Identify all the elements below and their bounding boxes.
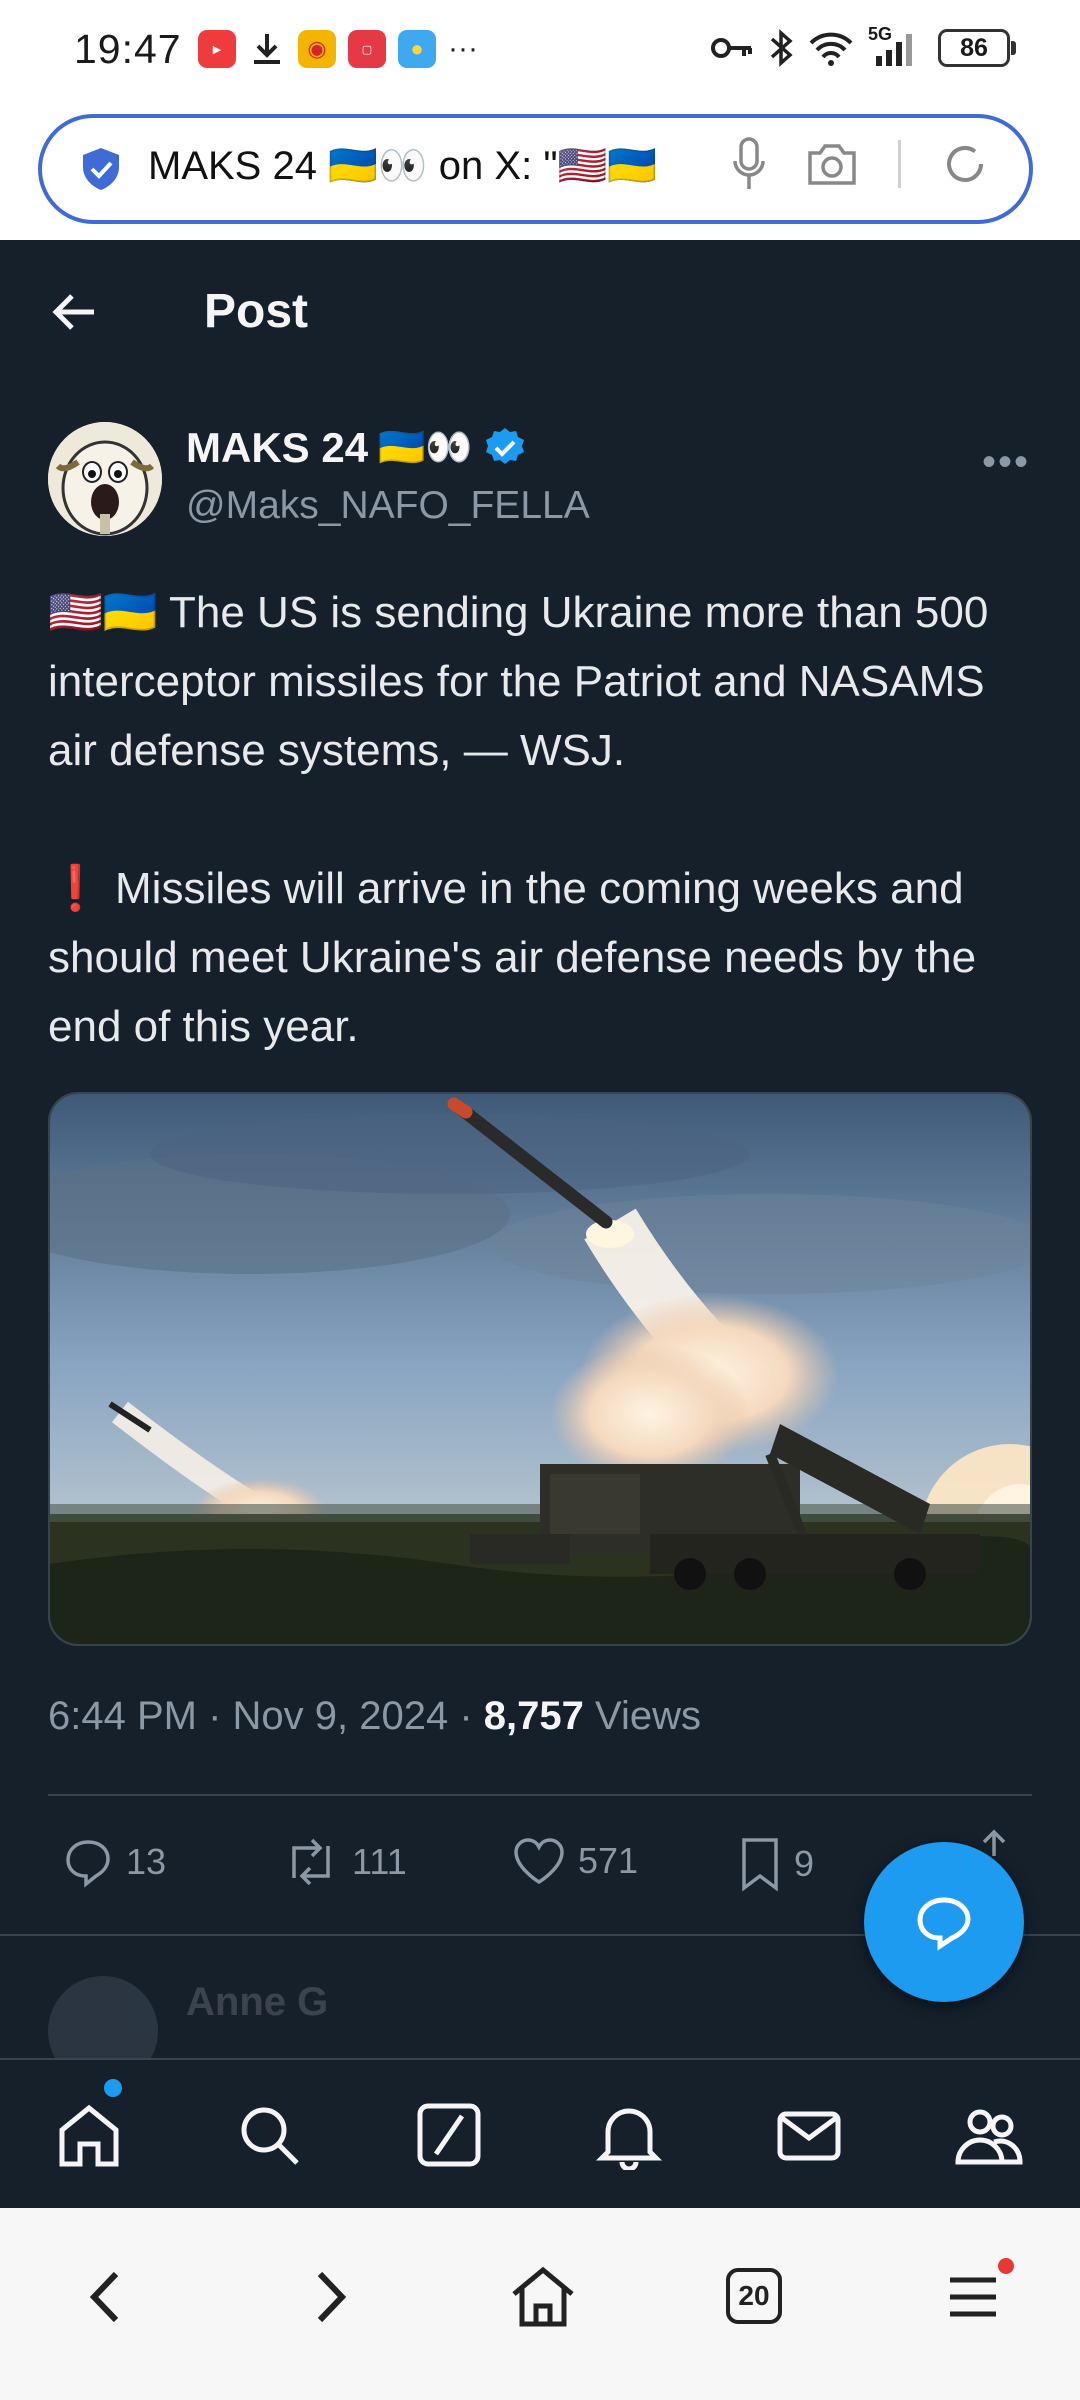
signal-icon	[876, 34, 912, 66]
verified-badge-icon	[485, 428, 524, 464]
post-text: 🇺🇸🇺🇦 The US is sending Ukraine more than…	[48, 578, 1038, 1061]
divider	[48, 1794, 1032, 1796]
secure-shield-icon	[83, 148, 119, 190]
cellular-signal: 5G	[868, 24, 924, 68]
menu-notification-dot	[998, 2258, 1014, 2274]
wifi-icon	[809, 32, 853, 66]
browser-home-icon[interactable]	[508, 2262, 578, 2332]
bookmark-button[interactable]: 9	[738, 1836, 814, 1892]
status-time: 19:47	[74, 26, 182, 72]
bookmark-count: 9	[794, 1843, 815, 1884]
author-name-text: MAKS 24	[186, 424, 369, 471]
weibo-icon: ◉	[298, 30, 336, 68]
microphone-icon[interactable]	[732, 136, 766, 192]
author-emoji: 🇺🇦👀	[378, 427, 473, 469]
repost-button[interactable]: 111	[282, 1836, 407, 1888]
grok-icon[interactable]	[414, 2100, 484, 2170]
post-header: Post	[0, 240, 1080, 390]
battery-indicator: 86	[938, 29, 1016, 67]
reply-count: 13	[126, 1841, 167, 1882]
like-button[interactable]: 571	[512, 1836, 638, 1886]
missile-launch-photo	[50, 1094, 1030, 1644]
address-bar-actions	[732, 136, 989, 192]
download-icon	[254, 34, 280, 64]
heart-icon	[514, 1838, 564, 1885]
repost-count: 111	[352, 1841, 407, 1882]
key-icon	[711, 38, 752, 58]
browser-back-icon[interactable]	[72, 2262, 142, 2332]
more-notifications-icon: ···	[448, 32, 478, 65]
like-count: 571	[578, 1840, 639, 1881]
refresh-icon[interactable]	[941, 140, 989, 188]
tabs-button[interactable]: 20	[726, 2268, 782, 2324]
views-label: Views	[595, 1694, 702, 1738]
video-app-icon: ▶	[198, 30, 236, 68]
post-date: Nov 9, 2024	[232, 1694, 449, 1738]
address-bar[interactable]: MAKS 24 🇺🇦👀 on X: "🇺🇸🇺🇦	[38, 114, 1033, 224]
app-bottom-nav	[0, 2058, 1080, 2210]
bluetooth-icon	[770, 29, 793, 67]
reply-author-name: Anne G	[186, 1980, 329, 2024]
bookmark-icon	[742, 1838, 778, 1892]
browser-bottom-bar	[0, 2208, 1080, 2400]
browser-toolbar: MAKS 24 🇺🇦👀 on X: "🇺🇸🇺🇦	[0, 102, 1080, 240]
notification-icons: ▶ ◉ ▢ ● ···	[198, 30, 478, 68]
url-text[interactable]: MAKS 24 🇺🇦👀 on X: "🇺🇸🇺🇦	[148, 142, 657, 189]
huawei-appgallery-icon: ▢	[348, 30, 386, 68]
post-time: 6:44 PM	[48, 1694, 197, 1738]
post-paragraph-1: 🇺🇸🇺🇦 The US is sending Ukraine more than…	[48, 588, 989, 775]
search-icon[interactable]	[234, 2100, 304, 2170]
communities-icon[interactable]	[954, 2100, 1024, 2170]
camera-icon[interactable]	[806, 141, 858, 187]
home-icon[interactable]	[54, 2100, 124, 2170]
browser-forward-icon[interactable]	[294, 2262, 364, 2332]
repost-icon	[292, 1838, 330, 1886]
author-avatar[interactable]	[48, 422, 162, 536]
author-name[interactable]: MAKS 24 🇺🇦👀	[186, 424, 527, 472]
address-bar-divider	[898, 140, 901, 188]
compose-reply-button[interactable]	[864, 1842, 1024, 2002]
page-title: Post	[204, 285, 309, 338]
reply-button[interactable]: 13	[62, 1836, 166, 1888]
weather-icon: ●	[398, 30, 436, 68]
reply-bubble-icon	[917, 1897, 971, 1951]
browser-menu-icon[interactable]	[938, 2262, 1008, 2332]
views-count: 8,757	[483, 1694, 584, 1738]
avatar-image	[48, 422, 162, 536]
messages-icon[interactable]	[774, 2100, 844, 2170]
status-bar: 19:47 ▶ ◉ ▢ ● ··· 5G 86	[0, 0, 1080, 102]
system-icons: 5G 86	[710, 24, 1016, 68]
reply-icon	[66, 1840, 110, 1888]
more-options-icon[interactable]: •••	[982, 440, 1030, 485]
author-handle[interactable]: @Maks_NAFO_FELLA	[186, 484, 590, 528]
back-arrow-icon[interactable]	[48, 286, 100, 338]
post-paragraph-2: ❗ Missiles will arrive in the coming wee…	[48, 864, 977, 1051]
post-timestamp: 6:44 PM · Nov 9, 2024 · 8,757 Views	[48, 1694, 702, 1738]
home-new-posts-dot	[104, 2079, 122, 2097]
post-image[interactable]	[48, 1092, 1032, 1646]
notifications-icon[interactable]	[594, 2100, 664, 2170]
